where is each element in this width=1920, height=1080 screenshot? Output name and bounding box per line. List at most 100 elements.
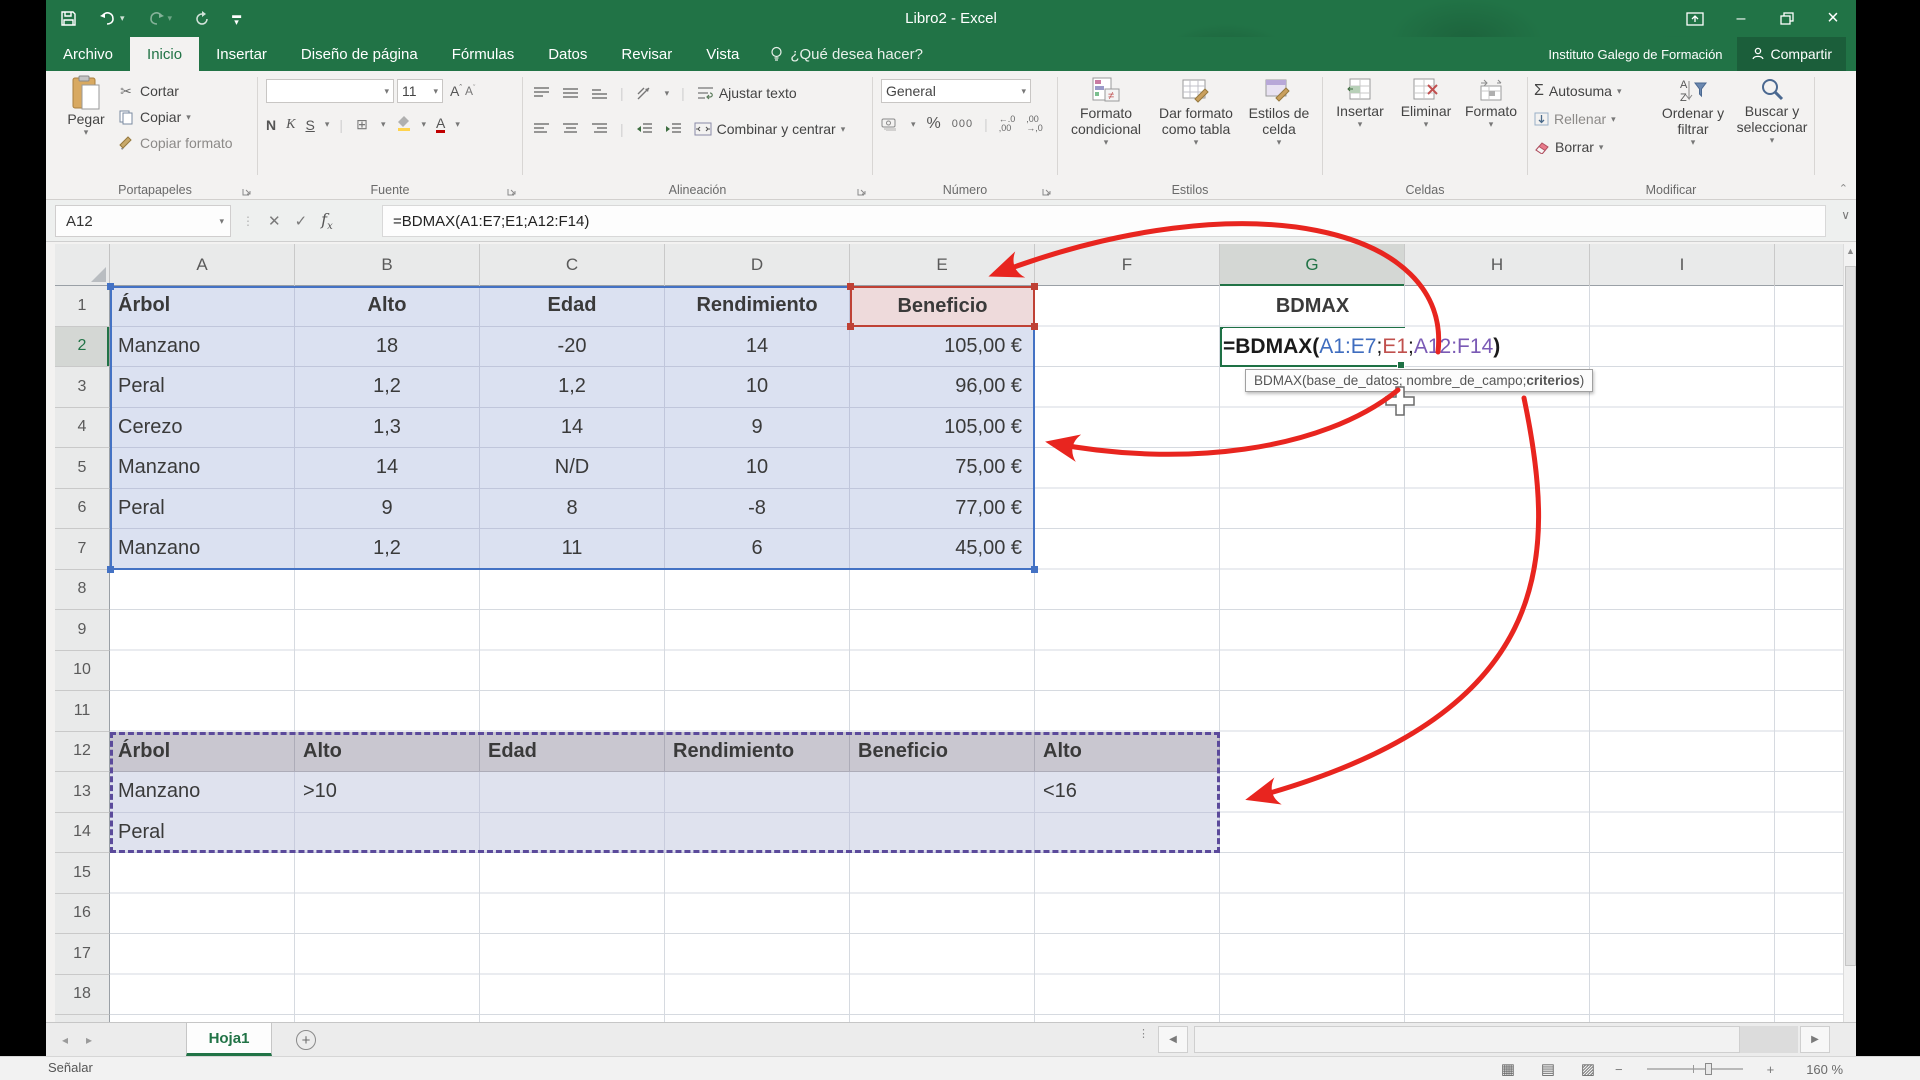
align-left-icon[interactable] [533, 122, 550, 136]
cell-E3[interactable]: 96,00 € [850, 367, 1035, 408]
percent-style-button[interactable]: % [927, 115, 941, 133]
decrease-font-button[interactable]: Aˇ [465, 84, 475, 98]
cell-D14[interactable] [665, 813, 850, 854]
cell-E13[interactable] [850, 772, 1035, 813]
cell-A1[interactable]: Árbol [110, 286, 295, 327]
cell-E7[interactable]: 45,00 € [850, 529, 1035, 570]
zoom-slider[interactable] [1647, 1068, 1743, 1070]
font-name-combo[interactable]: ▾ [266, 79, 394, 103]
cell-D12[interactable]: Rendimiento [665, 732, 850, 773]
field-handle-tl[interactable] [847, 283, 854, 290]
zoom-level[interactable]: 160 % [1806, 1062, 1843, 1077]
cell-D6[interactable]: -8 [665, 489, 850, 530]
cell-C12[interactable]: Edad [480, 732, 665, 773]
cell-A5[interactable]: Manzano [110, 448, 295, 489]
cell-A6[interactable]: Peral [110, 489, 295, 530]
cell-B3[interactable]: 1,2 [295, 367, 480, 408]
align-bottom-icon[interactable] [591, 86, 608, 100]
row-header-8[interactable]: 8 [55, 570, 110, 611]
close-button[interactable]: × [1810, 0, 1856, 37]
cell-E4[interactable]: 105,00 € [850, 408, 1035, 449]
cell-B13[interactable]: >10 [295, 772, 480, 813]
find-select-button[interactable]: Buscar y seleccionar▾ [1732, 77, 1812, 148]
column-header-G[interactable]: G [1220, 244, 1405, 286]
row-header-16[interactable]: 16 [55, 894, 110, 935]
cell-D5[interactable]: 10 [665, 448, 850, 489]
column-header-B[interactable]: B [295, 244, 480, 286]
accounting-format-icon[interactable] [881, 117, 900, 131]
fill-color-button[interactable] [396, 115, 412, 134]
next-sheet-button[interactable]: ▸ [86, 1033, 92, 1047]
format-cells-button[interactable]: Formato▾ [1459, 77, 1523, 129]
row-header-12[interactable]: 12 [55, 732, 110, 773]
cell-A2[interactable]: Manzano [110, 327, 295, 368]
cell-B6[interactable]: 9 [295, 489, 480, 530]
fill-handle[interactable] [1397, 361, 1405, 369]
cell-A12[interactable]: Árbol [110, 732, 295, 773]
column-header-H[interactable]: H [1405, 244, 1590, 286]
underline-button[interactable]: S [305, 117, 314, 133]
column-header-I[interactable]: I [1590, 244, 1775, 286]
row-header-11[interactable]: 11 [55, 691, 110, 732]
zoom-slider-thumb[interactable] [1705, 1063, 1712, 1075]
cell-F13[interactable]: <16 [1035, 772, 1220, 813]
page-break-view-button[interactable]: ▨ [1575, 1058, 1601, 1080]
cell-B2[interactable]: 18 [295, 327, 480, 368]
worksheet-grid[interactable]: ABCDEFGHI 123456789101112131415161718 Ár… [55, 244, 1843, 1022]
column-header-D[interactable]: D [665, 244, 850, 286]
copy-button[interactable]: Copiar▾ [117, 105, 233, 129]
share-button[interactable]: Compartir [1737, 37, 1846, 71]
cell-C6[interactable]: 8 [480, 489, 665, 530]
row-header-13[interactable]: 13 [55, 772, 110, 813]
cell-B5[interactable]: 14 [295, 448, 480, 489]
orientation-icon[interactable] [636, 86, 653, 101]
field-handle-bl[interactable] [847, 323, 854, 330]
row-header-clipped[interactable] [55, 1015, 110, 1022]
scroll-up-arrow-icon[interactable]: ▲ [1846, 246, 1855, 256]
insert-cells-button[interactable]: Insertar▾ [1327, 77, 1393, 129]
tab-insertar[interactable]: Insertar [199, 37, 284, 71]
delete-cells-button[interactable]: Eliminar▾ [1393, 77, 1459, 129]
cell-D2[interactable]: 14 [665, 327, 850, 368]
name-box-dropdown-icon[interactable]: ▾ [219, 216, 224, 227]
account-name[interactable]: Instituto Galego de Formación [1548, 47, 1722, 62]
clipboard-dialog-launcher[interactable] [242, 186, 252, 196]
cell-D13[interactable] [665, 772, 850, 813]
cell-B12[interactable]: Alto [295, 732, 480, 773]
cell-A7[interactable]: Manzano [110, 529, 295, 570]
database-handle-bl[interactable] [107, 566, 114, 573]
borders-button[interactable]: ⊞ [353, 117, 371, 133]
comma-style-button[interactable]: 000 [952, 118, 973, 130]
increase-font-button[interactable]: Aˆ [450, 83, 462, 99]
tell-me-search[interactable]: ¿Qué desea hacer? [756, 37, 937, 71]
restore-button[interactable] [1764, 0, 1810, 37]
number-format-combo[interactable]: General▾ [881, 79, 1031, 103]
cell-E12[interactable]: Beneficio [850, 732, 1035, 773]
vertical-scroll-thumb[interactable] [1845, 266, 1856, 966]
cell-C2[interactable]: -20 [480, 327, 665, 368]
cell-D7[interactable]: 6 [665, 529, 850, 570]
autosum-button[interactable]: Σ Autosuma▾ [1534, 79, 1621, 103]
database-handle-tl[interactable] [107, 283, 114, 290]
ribbon-display-options-button[interactable] [1672, 0, 1718, 37]
cell-C4[interactable]: 14 [480, 408, 665, 449]
row-header-9[interactable]: 9 [55, 610, 110, 651]
bold-button[interactable]: N [266, 117, 276, 133]
cell-E2[interactable]: 105,00 € [850, 327, 1035, 368]
clear-button[interactable]: Borrar▾ [1534, 135, 1621, 159]
field-handle-br[interactable] [1031, 323, 1038, 330]
cell-E5[interactable]: 75,00 € [850, 448, 1035, 489]
column-header-A[interactable]: A [110, 244, 295, 286]
row-header-14[interactable]: 14 [55, 813, 110, 854]
sheet-tab-hoja1[interactable]: Hoja1 [186, 1023, 272, 1056]
tab-diseno[interactable]: Diseño de página [284, 37, 435, 71]
align-top-icon[interactable] [533, 86, 550, 100]
italic-button[interactable]: K [286, 117, 295, 133]
row-header-17[interactable]: 17 [55, 934, 110, 975]
zoom-in-button[interactable]: + [1767, 1062, 1775, 1077]
fill-button[interactable]: Rellenar▾ [1534, 107, 1621, 131]
align-center-icon[interactable] [562, 122, 579, 136]
database-handle-br[interactable] [1031, 566, 1038, 573]
prev-sheet-button[interactable]: ◂ [62, 1033, 68, 1047]
column-header-F[interactable]: F [1035, 244, 1220, 286]
